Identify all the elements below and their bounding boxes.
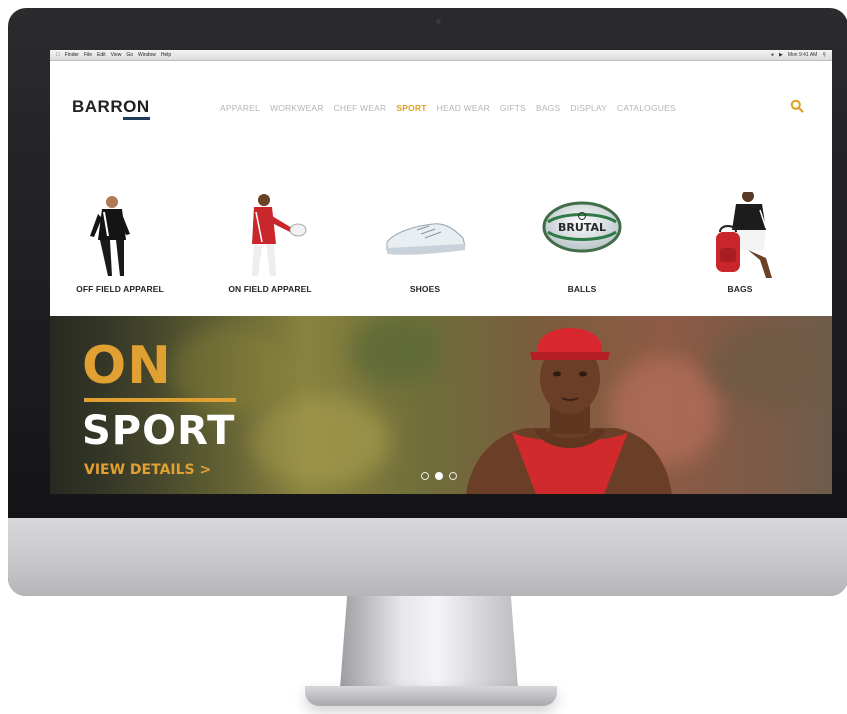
nav-apparel[interactable]: APPAREL: [220, 103, 260, 113]
spotlight-icon[interactable]: ⚲: [822, 50, 826, 61]
volume-icon[interactable]: ▶: [779, 50, 783, 61]
menu-help[interactable]: Help: [161, 50, 171, 61]
menu-go[interactable]: Go: [126, 50, 133, 61]
nav-gifts[interactable]: GIFTS: [500, 103, 526, 113]
off-field-apparel-image: [50, 192, 190, 282]
imac-monitor:  Finder File Edit View Go Window Help ●…: [8, 8, 847, 596]
slider-dot-1[interactable]: [421, 472, 429, 480]
nav-workwear[interactable]: WORKWEAR: [270, 103, 324, 113]
nav-chef-wear[interactable]: CHEF WEAR: [334, 103, 387, 113]
logo-prefix: BARR: [72, 97, 124, 116]
nav-catalogues[interactable]: CATALOGUES: [617, 103, 676, 113]
nav-display[interactable]: DISPLAY: [570, 103, 607, 113]
menu-edit[interactable]: Edit: [97, 50, 106, 61]
category-strip: OFF FIELD APPAREL ON FIELD APPAREL SHOES…: [50, 142, 832, 316]
hero-divider: [84, 398, 236, 402]
menu-window[interactable]: Window: [138, 50, 156, 61]
menu-file[interactable]: File: [84, 50, 92, 61]
nav-sport[interactable]: SPORT: [396, 103, 426, 113]
main-nav: APPAREL WORKWEAR CHEF WEAR SPORT HEAD WE…: [220, 103, 676, 113]
screen:  Finder File Edit View Go Window Help ●…: [50, 50, 832, 494]
category-on-field-apparel[interactable]: ON FIELD APPAREL: [200, 142, 340, 316]
bag-image: [670, 190, 810, 282]
on-field-apparel-image: [200, 192, 340, 282]
ball-image: BRUTAL: [512, 192, 652, 282]
category-balls[interactable]: BRUTAL BALLS: [512, 142, 652, 316]
category-label: ON FIELD APPAREL: [228, 284, 312, 294]
menubar-clock[interactable]: Mon 9:41 AM: [788, 50, 817, 61]
nav-bags[interactable]: BAGS: [536, 103, 560, 113]
search-icon[interactable]: [790, 99, 804, 113]
wifi-icon[interactable]: ●: [771, 50, 774, 61]
monitor-stand-base: [305, 686, 557, 706]
category-label: BALLS: [567, 284, 597, 294]
logo-suffix: ON: [123, 97, 150, 120]
slider-dot-3[interactable]: [449, 472, 457, 480]
menu-finder[interactable]: Finder: [65, 50, 79, 61]
menu-view[interactable]: View: [111, 50, 122, 61]
category-shoes[interactable]: SHOES: [355, 142, 495, 316]
apple-icon[interactable]: : [56, 50, 60, 61]
category-off-field-apparel[interactable]: OFF FIELD APPAREL: [50, 142, 190, 316]
nav-head-wear[interactable]: HEAD WEAR: [437, 103, 490, 113]
bokeh-shape: [710, 326, 830, 406]
camera-icon: [436, 19, 441, 24]
monitor-stand: [340, 596, 518, 688]
category-label: BAGS: [727, 284, 753, 294]
hero-banner: ON SPORT VIEW DETAILS >: [50, 316, 832, 494]
hero-title-top: ON: [82, 336, 172, 396]
mac-menubar:  Finder File Edit View Go Window Help ●…: [50, 50, 832, 61]
ball-brand-text: BRUTAL: [558, 221, 606, 234]
category-bags[interactable]: BAGS: [670, 142, 810, 316]
category-label: SHOES: [409, 284, 441, 294]
site-header: BARRON APPAREL WORKWEAR CHEF WEAR SPORT …: [50, 61, 832, 141]
monitor-chin: [8, 518, 847, 596]
athlete-image: [426, 316, 716, 494]
site-logo[interactable]: BARRON: [72, 97, 150, 120]
slider-dots: [421, 472, 457, 480]
category-label: OFF FIELD APPAREL: [76, 284, 164, 294]
slider-dot-2[interactable]: [435, 472, 443, 480]
view-details-link[interactable]: VIEW DETAILS >: [84, 462, 211, 478]
hero-title-bottom: SPORT: [82, 408, 236, 454]
shoe-image: [355, 192, 495, 282]
